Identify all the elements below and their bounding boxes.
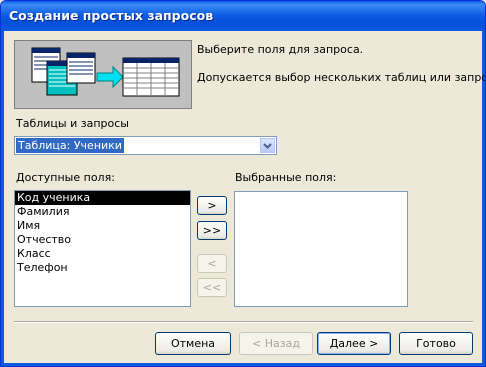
cancel-button[interactable]: Отмена xyxy=(155,332,231,355)
remove-all-fields-button[interactable]: << xyxy=(197,278,227,297)
back-button[interactable]: < Назад xyxy=(239,332,313,355)
intro-text-2: Допускается выбор нескольких таблиц или … xyxy=(197,71,486,84)
selected-fields-list[interactable] xyxy=(234,191,408,307)
finish-button[interactable]: Готово xyxy=(399,332,473,355)
chevron-down-icon[interactable] xyxy=(260,138,275,153)
available-field-item[interactable]: Телефон xyxy=(15,261,190,275)
available-fields-list[interactable]: Код ученика Фамилия Имя Отчество Класс Телефо… xyxy=(14,190,191,307)
window-frame-bottom xyxy=(1,363,485,366)
wizard-illustration-icon xyxy=(14,40,192,109)
available-field-item[interactable]: Имя xyxy=(15,219,190,233)
available-field-item[interactable]: Отчество xyxy=(15,233,190,247)
footer-separator xyxy=(14,321,473,323)
available-field-item[interactable]: Фамилия xyxy=(15,205,190,219)
title-bar[interactable]: Создание простых запросов xyxy=(1,1,485,31)
next-button[interactable]: Далее > xyxy=(317,332,391,355)
available-field-item[interactable]: Класс xyxy=(15,247,190,261)
available-fields-label: Доступные поля: xyxy=(16,171,115,184)
available-field-item[interactable]: Код ученика xyxy=(15,191,190,205)
window-frame-left xyxy=(1,31,4,366)
window-title: Создание простых запросов xyxy=(9,8,214,23)
table-query-select-value: Таблица: Ученики xyxy=(16,138,124,153)
tables-queries-label: Таблицы и запросы xyxy=(16,117,129,130)
remove-field-button[interactable]: < xyxy=(197,254,227,273)
intro-text-1: Выберите поля для запроса. xyxy=(197,43,364,56)
add-all-fields-button[interactable]: >> xyxy=(197,221,227,240)
simple-query-wizard-window: Создание простых запросов Выберите поля … xyxy=(0,0,486,367)
add-field-button[interactable]: > xyxy=(197,196,227,215)
table-query-select[interactable]: Таблица: Ученики xyxy=(14,136,277,155)
selected-fields-label: Выбранные поля: xyxy=(235,171,337,184)
